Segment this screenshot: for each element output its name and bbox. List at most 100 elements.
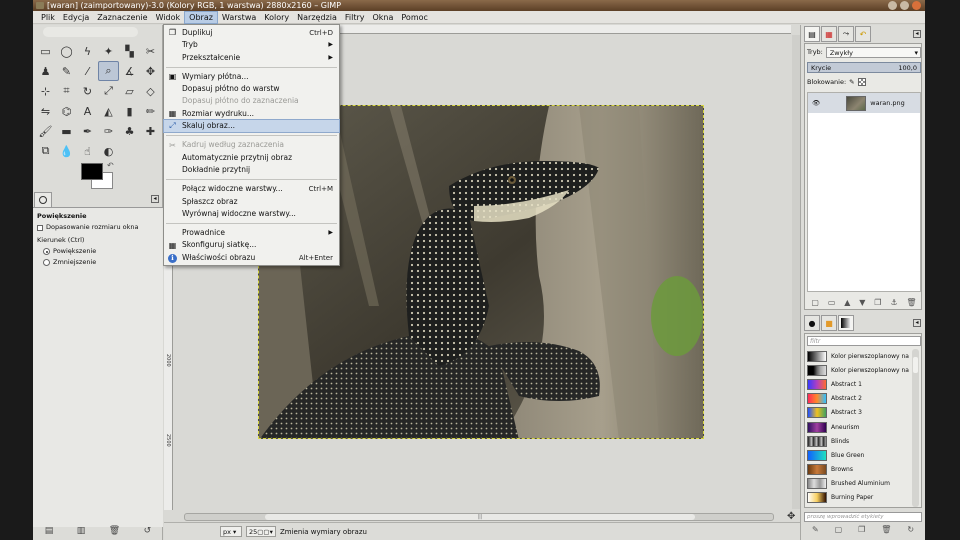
tool-options-tab[interactable]: [34, 192, 52, 207]
gradient-item[interactable]: Kolor pierwszoplanowy na pr: [807, 363, 911, 377]
fuzzy-select-tool[interactable]: ✦: [98, 41, 119, 61]
menu-tools[interactable]: Narzędzia: [293, 11, 341, 24]
cage-tool[interactable]: ⌬: [56, 101, 77, 121]
move-tool[interactable]: ✥: [140, 61, 161, 81]
menu-item-sp-aszcz-obraz[interactable]: Spłaszcz obraz: [164, 196, 339, 208]
menu-item-rozmiar-wydruku[interactable]: ▦ Rozmiar wydruku...: [164, 108, 339, 120]
paths-tab[interactable]: ⤳: [838, 26, 854, 42]
dock-menu-icon[interactable]: ◂: [913, 30, 921, 38]
lock-pixels-icon[interactable]: ✎: [849, 76, 854, 88]
rotate-tool[interactable]: ↻: [77, 81, 98, 101]
auto-resize-checkbox[interactable]: [37, 224, 43, 231]
visibility-eye-icon[interactable]: 👁: [812, 99, 820, 107]
menu-item-prowadnice[interactable]: Prowadnice ▶: [164, 227, 339, 239]
blur-tool[interactable]: 💧: [56, 141, 77, 161]
menu-item-skonfiguruj-siatke[interactable]: ▦ Skonfiguruj siatkę...: [164, 239, 339, 251]
menu-file[interactable]: Plik: [37, 11, 59, 24]
crop-tool-tool[interactable]: ⌗: [56, 81, 77, 101]
new-gradient-icon[interactable]: ▢: [835, 525, 843, 536]
eraser-tool[interactable]: ▬: [56, 121, 77, 141]
layer-name[interactable]: waran.png: [870, 99, 905, 107]
duplicate-gradient-icon[interactable]: ❐: [858, 525, 865, 536]
menu-item-po-a-cz-widoczne-warstwy[interactable]: Połącz widoczne warstwy... Ctrl+M: [164, 183, 339, 195]
menu-windows[interactable]: Okna: [368, 11, 397, 24]
gradient-item[interactable]: Blue Green: [807, 448, 911, 462]
gradient-item[interactable]: Abstract 3: [807, 406, 911, 420]
menu-layer[interactable]: Warstwa: [218, 11, 260, 24]
delete-options-icon[interactable]: 🗑: [109, 526, 120, 536]
edit-gradient-icon[interactable]: ✎: [812, 525, 819, 536]
color-select-tool[interactable]: ▚: [119, 41, 140, 61]
reset-options-icon[interactable]: ↺: [144, 526, 152, 536]
auto-resize-option[interactable]: Dopasowanie rozmiaru okna: [37, 222, 159, 233]
minimize-button[interactable]: [888, 1, 897, 10]
gradient-item[interactable]: Brushed Aluminium: [807, 477, 911, 491]
menu-item-skaluj-obraz[interactable]: ⤢ Skaluj obraz...: [163, 119, 340, 134]
menu-item-wyro-wnaj-widoczne-warstwy[interactable]: Wyrównaj widoczne warstwy...: [164, 208, 339, 220]
opacity-slider[interactable]: Krycie 100,0: [807, 61, 921, 73]
save-options-icon[interactable]: ▤: [45, 526, 54, 536]
anchor-layer-icon[interactable]: ⚓: [890, 298, 897, 308]
align-tool[interactable]: ⊹: [35, 81, 56, 101]
pencil-tool[interactable]: ✏: [140, 101, 161, 121]
heal-tool[interactable]: ✚: [140, 121, 161, 141]
gradient-item[interactable]: Kolor pierwszoplanowy na ko: [807, 349, 911, 363]
menu-colors[interactable]: Kolory: [260, 11, 293, 24]
new-layer-group-icon[interactable]: ▭: [828, 298, 836, 308]
dock-menu-icon[interactable]: ◂: [913, 319, 921, 327]
ellipse-select-tool[interactable]: ◯: [56, 41, 77, 61]
mode-select[interactable]: Zwykły: [825, 46, 921, 58]
refresh-gradients-icon[interactable]: ↻: [907, 525, 914, 536]
color-picker-tool[interactable]: ⁄: [77, 61, 98, 81]
shear-tool[interactable]: ▱: [119, 81, 140, 101]
smudge-tool[interactable]: ☝: [77, 141, 98, 161]
flip-tool[interactable]: ⇋: [35, 101, 56, 121]
gradients-tab[interactable]: [838, 315, 854, 331]
menu-edit[interactable]: Edycja: [59, 11, 93, 24]
foreground-select-tool[interactable]: ♟: [35, 61, 56, 81]
dodge-burn-tool[interactable]: ◐: [98, 141, 119, 161]
close-button[interactable]: [912, 1, 921, 10]
menu-item-wymiary-p-o-tna[interactable]: ▣ Wymiary płótna...: [164, 71, 339, 83]
rect-select-tool[interactable]: ▭: [35, 41, 56, 61]
gradient-filter-input[interactable]: filtr: [807, 336, 921, 346]
maximize-button[interactable]: [900, 1, 909, 10]
menu-filters[interactable]: Filtry: [341, 11, 369, 24]
delete-gradient-icon[interactable]: 🗑: [881, 525, 891, 536]
undo-tab[interactable]: ↶: [855, 26, 871, 42]
zoom-tool[interactable]: ⌕: [98, 61, 119, 81]
scrollbar-thumb[interactable]: |||: [265, 514, 695, 520]
swap-colors-icon[interactable]: ↶: [107, 161, 114, 170]
scrollbar-thumb[interactable]: [913, 357, 918, 373]
gradient-item[interactable]: Burning Paper: [807, 491, 911, 505]
blend-tool[interactable]: ▮: [119, 101, 140, 121]
horizontal-scrollbar[interactable]: |||: [184, 513, 774, 521]
zoom-in-option[interactable]: Powiększenie: [37, 246, 159, 257]
clone-tool[interactable]: ♣: [119, 121, 140, 141]
menu-item-dopasuj-p-o-tno-do-warstw[interactable]: Dopasuj płótno do warstw: [164, 83, 339, 95]
menu-select[interactable]: Zaznaczenie: [93, 11, 151, 24]
scissors-select-tool[interactable]: ✂: [140, 41, 161, 61]
text-tool[interactable]: A: [77, 101, 98, 121]
paintbrush-tool[interactable]: 🖌: [35, 121, 56, 141]
menu-item-dok-adnie-przytnij[interactable]: Dokładnie przytnij: [164, 164, 339, 176]
paths-tool[interactable]: ✎: [56, 61, 77, 81]
menu-item-duplikuj[interactable]: ❐ Duplikuj Ctrl+D: [164, 27, 339, 39]
brushes-tab[interactable]: ●: [804, 315, 820, 331]
menu-item-w-as-ciwos-ci-obrazu[interactable]: ℹ Właściwości obrazu Alt+Enter: [164, 252, 339, 264]
lower-layer-icon[interactable]: ▼: [859, 298, 865, 308]
ink-tool[interactable]: ✑: [98, 121, 119, 141]
zoom-out-option[interactable]: Zmniejszenie: [37, 257, 159, 268]
gradient-scrollbar[interactable]: [912, 349, 919, 507]
new-layer-icon[interactable]: ▢: [811, 298, 819, 308]
bucket-fill-tool[interactable]: ◭: [98, 101, 119, 121]
patterns-tab[interactable]: ■: [821, 315, 837, 331]
menu-item-tryb[interactable]: Tryb ▶: [164, 39, 339, 51]
delete-layer-icon[interactable]: 🗑: [906, 298, 916, 308]
gradient-item[interactable]: Aneurism: [807, 420, 911, 434]
perspective-clone-tool[interactable]: ⧉: [35, 141, 56, 161]
menu-image[interactable]: Obraz: [184, 10, 218, 24]
raise-layer-icon[interactable]: ▲: [844, 298, 850, 308]
gradient-item[interactable]: Abstract 2: [807, 392, 911, 406]
layers-tab[interactable]: ▤: [804, 26, 820, 42]
